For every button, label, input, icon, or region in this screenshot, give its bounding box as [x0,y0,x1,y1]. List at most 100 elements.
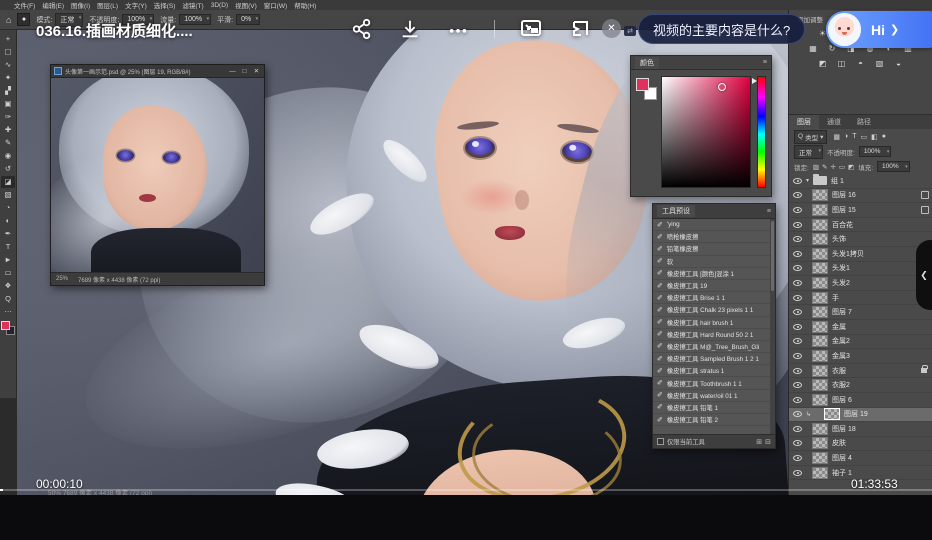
new-preset-icon[interactable]: ⊞ [756,438,762,446]
layer-thumbnail[interactable] [812,189,828,201]
color-swatches[interactable] [1,321,15,335]
saturation-brightness-field[interactable] [661,76,751,188]
layer-row[interactable]: ▾ ↳ 衣服2 [789,378,932,393]
layer-thumbnail[interactable] [812,452,828,464]
current-tool-only-checkbox[interactable] [657,438,664,445]
tool-preset-item[interactable]: ✐ 橡皮擦工具 hair brush 1 [653,317,775,329]
maximize-button[interactable]: □ [240,68,249,75]
layer-thumbnail[interactable] [812,321,828,333]
menu-item[interactable]: 文件(F) [14,0,35,10]
tab-tool-presets[interactable]: 工具预设 [657,205,695,217]
visibility-eye-icon[interactable] [793,309,802,315]
tool-preset-item[interactable]: ✐ 橡皮擦工具 [颜色]混涂 1 [653,268,775,280]
posterize-icon[interactable]: ◫ [835,58,848,69]
menu-item[interactable]: 选择(S) [154,0,176,10]
layer-name[interactable]: 图层 7 [832,307,929,317]
type-tool[interactable]: T [1,241,15,253]
lock-transparency-icon[interactable]: ▨ [813,163,819,171]
tool-preset-item[interactable]: ✐ 橡皮擦工具 Chalk 23 pixels 1 1 [653,304,775,316]
chat-suggestion-bubble[interactable]: 视频的主要内容是什么? [638,14,805,44]
visibility-eye-icon[interactable] [793,411,802,417]
layer-row[interactable]: ▾ ↳ 头饰 [789,232,932,247]
visibility-eye-icon[interactable] [793,178,802,184]
layer-row[interactable]: ▾ ↳ 图层 15 [789,203,932,218]
visibility-eye-icon[interactable] [793,280,802,286]
document-window-titlebar[interactable]: 头像第一画示范.psd @ 25% (图层 19, RGB/8#) — □ ✕ [51,65,264,78]
layer-name[interactable]: 图层 18 [832,424,929,434]
visibility-eye-icon[interactable] [793,382,802,388]
layer-name[interactable]: 皮肤 [832,438,929,448]
layer-row[interactable]: ▾ ↳ 百合花 [789,218,932,233]
attribute-filter-icon[interactable]: ● [882,133,886,141]
home-icon[interactable]: ⌂ [6,15,11,25]
shape-tool[interactable]: ▭ [1,267,15,279]
layer-name[interactable]: 百合花 [832,220,929,230]
more-icon[interactable] [446,17,470,41]
episode-drawer-toggle[interactable]: ❮ [916,240,932,310]
layer-thumbnail[interactable] [812,277,828,289]
tool-preset-item[interactable]: ✐ 橡皮擦工具 water/oil 01 1 [653,390,775,402]
layer-row[interactable]: ▾ ↳ 图层 7 [789,305,932,320]
pixel-filter-icon[interactable]: ▦ [833,133,840,141]
layer-thumbnail[interactable] [812,219,828,231]
layer-row[interactable]: ▾ ↳ 金属 [789,320,932,335]
layer-thumbnail[interactable] [812,248,828,260]
menu-item[interactable]: 图层(L) [97,0,118,10]
smooth-select[interactable]: 0% [236,14,260,25]
invert-icon[interactable]: ◩ [816,58,829,69]
layer-name[interactable]: 头饰 [832,234,929,244]
tab-paths[interactable]: 路径 [849,115,879,129]
tool-preset-item[interactable]: ✐ 'ying [653,219,775,231]
share-icon[interactable] [350,17,374,41]
download-icon[interactable] [398,17,422,41]
layer-thumbnail[interactable] [812,467,828,479]
layer-thumbnail[interactable] [812,306,828,318]
visibility-eye-icon[interactable] [793,192,802,198]
lasso-tool[interactable]: ∿ [1,59,15,71]
brush-tool[interactable]: ✎ [1,137,15,149]
layer-thumbnail[interactable] [812,437,828,449]
layer-thumbnail[interactable] [824,408,840,420]
frame-tool[interactable]: ▣ [1,98,15,110]
visibility-eye-icon[interactable] [793,455,802,461]
layer-row[interactable]: ▾ ↳ 手 [789,291,932,306]
zoom-tool[interactable]: Q [1,293,15,305]
visibility-eye-icon[interactable] [793,207,802,213]
threshold-icon[interactable]: ◓ [854,58,867,69]
scrollbar[interactable] [770,219,775,434]
pen-tool[interactable]: ✒ [1,228,15,240]
layer-row[interactable]: ▾ ↳ 头发2 [789,276,932,291]
document-window[interactable]: 头像第一画示范.psd @ 25% (图层 19, RGB/8#) — □ ✕ … [50,64,265,286]
menu-item[interactable]: 图像(I) [71,0,90,10]
tool-preset-item[interactable]: ✐ 橡皮擦工具 Sampled Brush 1 2 1 [653,353,775,365]
menu-item[interactable]: 编辑(E) [42,0,64,10]
layer-name[interactable]: 图层 16 [832,190,917,200]
tool-preset-item[interactable]: ✐ 橡皮擦工具 19 [653,280,775,292]
shape-filter-icon[interactable]: ▭ [860,133,867,141]
foreground-color-swatch[interactable] [636,78,649,91]
layer-name[interactable]: 图层 19 [844,409,929,419]
layer-row[interactable]: ▾ ↳ 图层 16 [789,189,932,204]
layer-row[interactable]: ▾ ↳ 头发1 [789,262,932,277]
seek-bar[interactable] [0,489,932,491]
layer-thumbnail[interactable] [812,262,828,274]
tab-layers[interactable]: 图层 [789,115,819,129]
foreground-color-swatch[interactable] [1,321,10,330]
layer-name[interactable]: 衣服 [832,366,917,376]
tool-preset-item[interactable]: ✐ 软 [653,256,775,268]
layer-name[interactable]: 头发1拷贝 [832,249,929,259]
layer-row[interactable]: ▾ ↳ 金属3 [789,349,932,364]
path-selection-tool[interactable]: ► [1,254,15,266]
layer-name[interactable]: 金属 [832,322,929,332]
group-expand-icon[interactable]: ▾ [806,177,809,184]
lock-artboard-icon[interactable]: ▭ [839,163,845,171]
menu-item[interactable]: 视图(V) [235,0,257,10]
layer-row[interactable]: ▾ ↳ 图层 19 [789,408,932,423]
tab-channels[interactable]: 通道 [819,115,849,129]
eyedropper-tool[interactable]: ✑ [1,111,15,123]
layer-name[interactable]: 头发1 [832,263,929,273]
layer-row[interactable]: ▾ ↳ 头发1拷贝 [789,247,932,262]
layer-thumbnail[interactable] [812,350,828,362]
delete-preset-icon[interactable]: ⊟ [765,438,771,446]
hue-saturation-icon[interactable]: ▦ [807,43,820,54]
